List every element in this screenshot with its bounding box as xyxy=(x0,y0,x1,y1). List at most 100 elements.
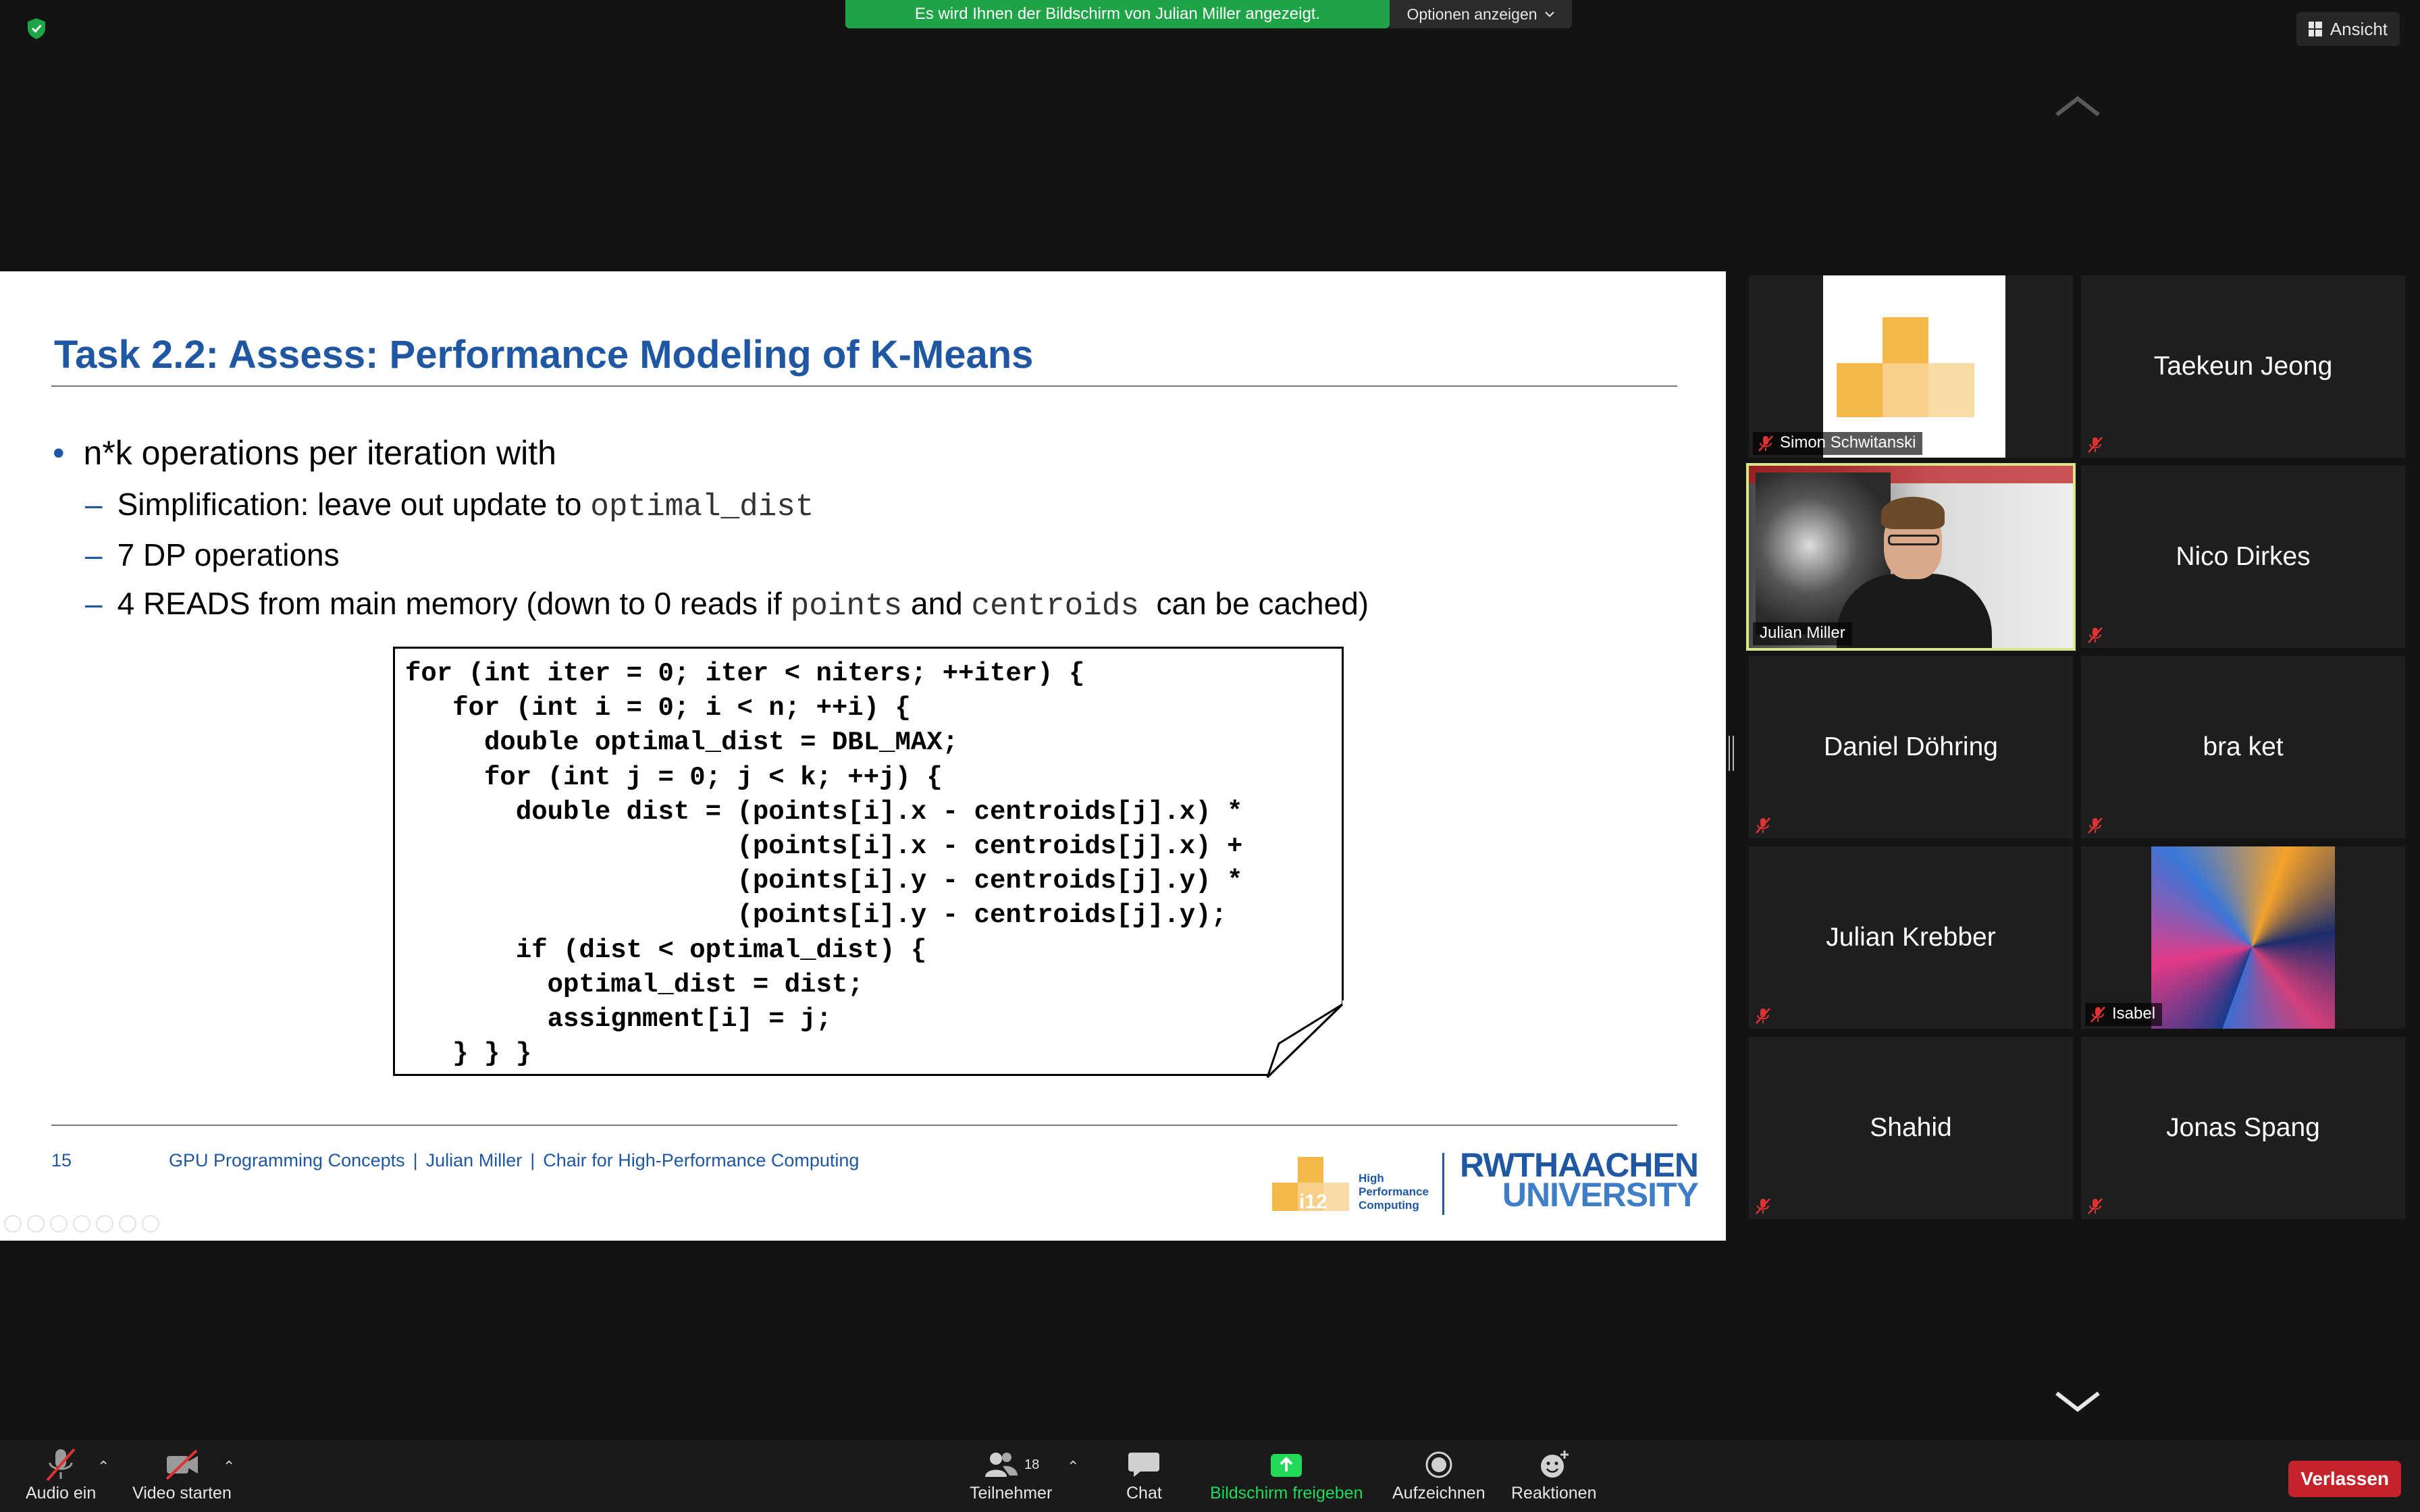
video-label: Video starten xyxy=(132,1484,232,1503)
participants-options-chevron-icon[interactable]: ⌃ xyxy=(1067,1458,1079,1476)
dash-icon: – xyxy=(85,537,103,572)
sub-bullet-3-code-a: points xyxy=(790,589,903,624)
muted-microphone-icon xyxy=(2086,626,2104,644)
hpc-logo-text: High Performance Computing xyxy=(1359,1172,1429,1212)
page-curl-icon xyxy=(1265,1000,1346,1081)
slides-icon[interactable] xyxy=(73,1215,90,1233)
zoom-icon[interactable] xyxy=(96,1215,113,1233)
muted-microphone-icon xyxy=(2086,1197,2104,1215)
gallery-scroll-up-icon[interactable] xyxy=(2054,94,2101,121)
view-options-dropdown[interactable]: Optionen anzeigen xyxy=(1390,0,1572,28)
participant-tile[interactable]: Nico Dirkes xyxy=(2081,466,2405,648)
share-screen-icon xyxy=(1268,1446,1305,1484)
view-options-label: Optionen anzeigen xyxy=(1406,5,1537,23)
split-resize-handle[interactable] xyxy=(1729,736,1734,771)
sub-bullet-3-code-b: centroids xyxy=(971,589,1139,624)
rwth-logo-line-2: UNIVERSITY xyxy=(1502,1176,1699,1214)
video-off-icon xyxy=(161,1446,202,1484)
reactions-button[interactable]: Reaktionen xyxy=(1511,1446,1596,1503)
security-shield-icon[interactable] xyxy=(24,16,49,40)
slide-title: Task 2.2: Assess: Performance Modeling o… xyxy=(54,333,1034,377)
participant-tile[interactable]: Simon Schwitanski xyxy=(1749,275,2073,458)
participant-name: Shahid xyxy=(1870,1113,1952,1142)
participant-tile[interactable]: Shahid xyxy=(1749,1037,2073,1219)
video-button[interactable]: Video starten xyxy=(132,1446,232,1503)
muted-microphone-icon xyxy=(2086,817,2104,834)
logo-divider xyxy=(1442,1153,1444,1215)
prev-slide-icon[interactable] xyxy=(4,1215,22,1233)
slide-footer: 15 GPU Programming Concepts | Julian Mil… xyxy=(51,1150,859,1171)
sub-bullet-3-text-a: 4 READS from main memory (down to 0 read… xyxy=(117,586,791,621)
participant-tile[interactable]: Daniel Döhring xyxy=(1749,656,2073,838)
muted-microphone-icon xyxy=(41,1446,81,1484)
hpc-logo-line: Performance xyxy=(1359,1185,1429,1198)
footer-author: Julian Miller xyxy=(425,1150,523,1170)
view-button-label: Ansicht xyxy=(2330,18,2388,39)
bullet-main: • n*k operations per iteration with xyxy=(53,433,1369,473)
bullet-main-text: n*k operations per iteration with xyxy=(83,434,556,472)
share-screen-label: Bildschirm freigeben xyxy=(1210,1484,1363,1503)
i12-logo: i12 xyxy=(1272,1157,1349,1213)
participant-name-label: Simon Schwitanski xyxy=(1753,432,1923,455)
hpc-logo-line: Computing xyxy=(1359,1199,1419,1212)
bullet-dot-icon: • xyxy=(53,434,65,472)
title-divider xyxy=(51,385,1677,387)
sub-bullet-3-text-b: and xyxy=(902,586,972,621)
muted-microphone-icon xyxy=(1754,1007,1772,1025)
audio-options-chevron-icon[interactable]: ⌃ xyxy=(97,1458,109,1476)
more-icon[interactable] xyxy=(142,1215,159,1233)
footer-separator: | xyxy=(413,1150,418,1170)
slideshow-controls[interactable] xyxy=(4,1215,159,1233)
participants-icon: 18 xyxy=(982,1446,1039,1484)
chat-bubble-icon xyxy=(1127,1446,1161,1484)
sub-bullet-2: – 7 DP operations xyxy=(85,537,1369,573)
participant-avatar-image xyxy=(2151,846,2335,1029)
audio-label: Audio ein xyxy=(26,1484,97,1503)
record-label: Aufzeichnen xyxy=(1392,1484,1485,1503)
slide-page-number: 15 xyxy=(51,1150,72,1170)
share-screen-button[interactable]: Bildschirm freigeben xyxy=(1210,1446,1363,1503)
next-slide-icon[interactable] xyxy=(27,1215,45,1233)
subtitles-icon[interactable] xyxy=(119,1215,136,1233)
sub-bullet-3: – 4 READS from main memory (down to 0 re… xyxy=(85,585,1369,624)
meeting-toolbar: Audio ein ⌃ Video starten ⌃ 18 Teilnehme… xyxy=(0,1440,2420,1512)
participant-video-feed xyxy=(1749,466,2073,648)
participant-tile[interactable]: Julian Miller xyxy=(1746,463,2076,651)
rwth-logo: RWTHAACHEN UNIVERSITY xyxy=(1460,1148,1699,1214)
gallery-scroll-down-icon[interactable] xyxy=(2054,1390,2101,1417)
muted-microphone-icon xyxy=(1754,1197,1772,1215)
muted-microphone-icon xyxy=(2089,1006,2107,1023)
hpc-logo-line: High xyxy=(1359,1172,1384,1185)
screen-share-banner: Es wird Ihnen der Bildschirm von Julian … xyxy=(845,0,1390,28)
participant-tile[interactable]: Jonas Spang xyxy=(2081,1037,2405,1219)
participant-name: Julian Miller xyxy=(1760,624,1845,642)
audio-button[interactable]: Audio ein xyxy=(26,1446,96,1503)
i12-logo-text: i12 xyxy=(1299,1191,1327,1213)
participant-name: Taekeun Jeong xyxy=(2153,352,2333,381)
chat-label: Chat xyxy=(1126,1484,1162,1503)
participant-avatar-image xyxy=(1823,275,2005,458)
participant-name-label: Julian Miller xyxy=(1753,622,1852,645)
participant-tile[interactable]: Julian Krebber xyxy=(1749,846,2073,1029)
participant-tile[interactable]: bra ket xyxy=(2081,656,2405,838)
video-options-chevron-icon[interactable]: ⌃ xyxy=(223,1458,235,1476)
participant-tile[interactable]: Isabel xyxy=(2081,846,2405,1029)
view-button[interactable]: Ansicht xyxy=(2296,12,2400,46)
leave-button[interactable]: Verlassen xyxy=(2288,1461,2401,1497)
sub-bullet-1-text: Simplification: leave out update to xyxy=(117,487,591,522)
participant-tile[interactable]: Taekeun Jeong xyxy=(2081,275,2405,458)
slide-bullets: • n*k operations per iteration with – Si… xyxy=(53,433,1369,636)
record-button[interactable]: Aufzeichnen xyxy=(1392,1446,1485,1503)
chat-button[interactable]: Chat xyxy=(1126,1446,1162,1503)
sub-bullet-2-text: 7 DP operations xyxy=(117,537,340,572)
code-text: for (int iter = 0; iter < niters; ++iter… xyxy=(405,659,1243,1069)
gallery-view-icon xyxy=(2308,22,2322,36)
participant-name: Simon Schwitanski xyxy=(1780,433,1916,452)
participant-name: Isabel xyxy=(2112,1004,2156,1023)
dash-icon: – xyxy=(85,586,103,621)
pen-icon[interactable] xyxy=(50,1215,68,1233)
dash-icon: – xyxy=(85,487,103,522)
muted-microphone-icon xyxy=(2086,436,2104,454)
participant-name: Julian Krebber xyxy=(1826,923,1996,952)
participants-button[interactable]: 18 Teilnehmer xyxy=(970,1446,1052,1503)
